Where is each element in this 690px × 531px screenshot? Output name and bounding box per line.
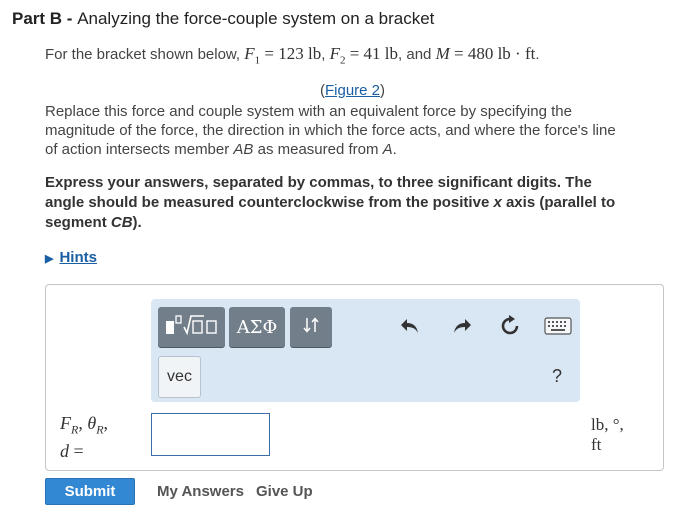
undo-button[interactable] [397, 316, 423, 340]
submit-button[interactable]: Submit [45, 478, 135, 505]
directions-line-2: angle should be measured counterclockwis… [45, 193, 670, 213]
figure-link[interactable]: Figure 2 [325, 82, 380, 99]
figure-close-paren: ) [380, 82, 386, 99]
greek-letters-button[interactable]: ΑΣΦ [229, 307, 285, 347]
instruction-line-2: magnitude of the force, the direction in… [45, 122, 616, 139]
keyboard-icon [544, 316, 572, 340]
templates-button[interactable] [158, 307, 225, 347]
instructions: Replace this force and couple system wit… [45, 102, 675, 159]
sep-2: , and [398, 46, 436, 63]
hints-toggle[interactable]: ▶ Hints [45, 249, 97, 266]
directions-3c: ). [132, 214, 142, 231]
instruction-line-1: Replace this force and couple system wit… [45, 103, 572, 120]
arrows-icon [301, 315, 321, 340]
give-up-link[interactable]: Give Up [256, 483, 313, 500]
help-button[interactable]: ? [552, 366, 562, 387]
equation-toolbar: ΑΣΦ vec ? [151, 299, 580, 402]
d-symbol: d [60, 440, 69, 461]
answer-units: lb, °, ft [591, 415, 624, 455]
redo-button[interactable] [449, 316, 475, 340]
directions-2c: axis (parallel to [501, 194, 616, 211]
arrows-button[interactable] [290, 307, 332, 347]
theta-subscript: R [96, 422, 104, 437]
directions-2a: angle should be measured counterclockwis… [45, 194, 494, 211]
instruction-3a: of action intersects member [45, 141, 234, 158]
answer-prefix: FR, θR, d = [60, 413, 108, 462]
m-expression: M = 480 lb · ft [436, 44, 536, 63]
greek-icon: ΑΣΦ [236, 316, 278, 338]
problem-statement: For the bracket shown below, F1 = 123 lb… [45, 44, 540, 70]
part-label: Part B [12, 9, 63, 28]
f2-symbol: F [329, 44, 340, 63]
answer-input[interactable] [151, 413, 270, 456]
redo-icon [451, 316, 473, 341]
m-value: = 480 lb · ft [449, 44, 536, 63]
reset-icon [498, 314, 522, 343]
prefix-line-1: FR, θR, [60, 413, 109, 437]
instruction-3c: as measured from [253, 141, 383, 158]
f1-value: = 123 lb [260, 44, 322, 63]
undo-icon [399, 316, 421, 341]
vec-button[interactable]: vec [158, 356, 201, 398]
units-line-1: lb, °, [591, 415, 624, 434]
f2-value: = 41 lb [345, 44, 399, 63]
segment-cb: CB [110, 214, 133, 231]
prefix-line-2: d = [60, 441, 108, 462]
vec-label: vec [167, 368, 192, 385]
directions-line-3: segment CB). [45, 213, 670, 233]
instruction-3e: . [392, 141, 397, 158]
f1-symbol: F [244, 44, 255, 63]
equals-sign: = [69, 440, 84, 461]
part-title: Part B - Analyzing the force-couple syst… [12, 9, 434, 29]
reset-button[interactable] [496, 314, 524, 342]
keyboard-button[interactable] [543, 316, 573, 340]
theta-symbol: θ [87, 413, 97, 433]
member-ab: AB [233, 141, 254, 158]
m-symbol: M [435, 44, 450, 63]
instruction-line-3: of action intersects member AB as measur… [45, 140, 675, 159]
directions-line-1: Express your answers, separated by comma… [45, 174, 592, 191]
hints-link[interactable]: Hints [59, 249, 97, 266]
problem-end: . [535, 46, 540, 63]
part-title-text: Analyzing the force-couple system on a b… [77, 9, 435, 28]
f2-expression: F2 = 41 lb [329, 44, 399, 66]
point-a: A [382, 141, 393, 158]
templates-icon [164, 312, 220, 343]
caret-right-icon: ▶ [45, 253, 54, 265]
help-icon: ? [552, 366, 563, 386]
figure-reference: (Figure 2) [320, 82, 385, 99]
my-answers-link[interactable]: My Answers [157, 483, 244, 500]
problem-intro: For the bracket shown below, [45, 46, 245, 63]
sep-1: , [321, 46, 330, 63]
title-separator: - [62, 9, 78, 28]
units-line-2: ft [591, 435, 602, 454]
x-axis-symbol: x [493, 194, 502, 211]
f1-expression: F1 = 123 lb [244, 44, 322, 66]
fr-symbol: F [60, 413, 71, 433]
answer-directions: Express your answers, separated by comma… [45, 173, 670, 233]
directions-3a: segment [45, 214, 111, 231]
